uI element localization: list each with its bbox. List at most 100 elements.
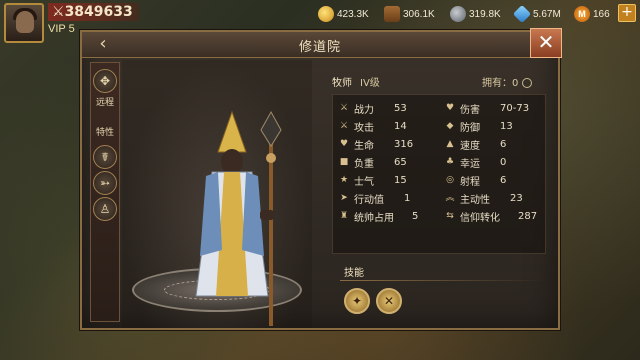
crossed-weapons-skill-icon[interactable]: ✕ <box>376 288 402 314</box>
staff-shaft <box>269 116 273 326</box>
resource-gold[interactable]: 423.3K <box>318 4 369 24</box>
stat-row: ♥ 生命 316 <box>339 135 413 153</box>
ranged-label: 远程 <box>95 98 114 108</box>
monastery-panel: ‹ 修道院 ✕ ✥ 远程 特性 ☤ ➳ ♙ 牧师 IV级 拥有：0 ⚔ 战力 5… <box>80 28 562 330</box>
stat-name: 幸运 <box>460 158 480 170</box>
stat-value: 13 <box>500 120 513 132</box>
stat-row: ◆ 防御 13 <box>445 117 513 135</box>
stat-value: 15 <box>394 174 407 186</box>
stat-name: 速度 <box>460 140 480 152</box>
weight-icon: ■ <box>339 157 349 167</box>
staff-head <box>260 110 282 147</box>
sword-icon: ⚔ <box>339 121 349 131</box>
wood-logs-icon <box>384 6 400 22</box>
unit-level: IV级 <box>360 78 380 89</box>
player-avatar[interactable] <box>4 3 44 43</box>
traits-label: 特性 <box>95 128 114 138</box>
power-value: 3849633 <box>64 4 133 20</box>
player-power: ⚔3849633 <box>48 3 139 21</box>
stat-value: 1 <box>404 192 411 204</box>
unit-name-row: 牧师 IV级 <box>332 74 380 89</box>
ranged-tab-button[interactable]: ✥ <box>93 69 117 93</box>
stat-value: 316 <box>394 138 414 150</box>
trait-heal-button[interactable]: ☤ <box>93 145 117 169</box>
heal-trait-icon: ☤ <box>100 150 110 164</box>
stat-value: 53 <box>394 102 407 114</box>
stat-name: 攻击 <box>354 122 374 134</box>
panel-title: 修道院 <box>298 40 341 55</box>
top-bar: ⚔3849633 VIP 5 423.3K 306.1K 319.8K 5.67… <box>0 0 640 43</box>
vip-level[interactable]: VIP 5 <box>48 23 75 35</box>
faith-convert-icon: ⇆ <box>446 211 454 221</box>
stat-value: 23 <box>510 192 523 204</box>
avatar-face <box>16 11 34 33</box>
owned-info-icon[interactable] <box>522 78 533 88</box>
iron-value: 319.8K <box>469 8 501 20</box>
stat-name: 战力 <box>354 104 374 116</box>
stats-panel: ⚔ 战力 53 ♥ 伤害 70-73 ⚔ 攻击 14 ◆ 防御 13 ♥ 生命 316 ▲ 速度 6 ■… <box>332 94 546 254</box>
morale-icon: ★ <box>339 175 349 185</box>
unit-model-stage <box>122 60 312 328</box>
stat-row: ➤ 行动值 1 <box>339 189 410 207</box>
bow-icon: ✥ <box>99 74 111 88</box>
resource-m-currency[interactable]: M 166 <box>574 4 610 24</box>
stat-name: 生命 <box>354 140 374 152</box>
stat-name: 士气 <box>354 176 374 188</box>
resource-crystal[interactable]: 5.67M <box>512 4 561 24</box>
gold-coins-icon <box>318 6 334 22</box>
m-currency-icon: M <box>574 6 590 22</box>
unit-name: 牧师 <box>332 78 352 89</box>
stat-name: 防御 <box>460 122 480 134</box>
heart-damage-icon: ♥ <box>445 103 455 113</box>
crossed-swords-icon: ⚔ <box>339 103 349 113</box>
stat-row: ■ 负重 65 <box>339 153 407 171</box>
left-tab-bar: ✥ 远程 特性 ☤ ➳ ♙ <box>90 62 120 322</box>
clover-icon: ♣ <box>445 157 455 167</box>
stat-row: ⚔ 攻击 14 <box>339 117 407 135</box>
shield-icon: ◆ <box>446 121 454 131</box>
target-icon: ◎ <box>446 175 454 185</box>
stat-name: 射程 <box>460 176 480 188</box>
skills-title: 技能 <box>344 268 364 279</box>
resource-wood[interactable]: 306.1K <box>384 4 435 24</box>
priest-trait-icon: ♙ <box>99 202 111 216</box>
stat-name: 统帅占用 <box>354 212 394 224</box>
chevrons-up-icon: ︽ <box>445 193 455 203</box>
owned-text: 拥有：0 <box>482 78 519 89</box>
runner-icon: ➤ <box>340 193 348 203</box>
staff-ornament <box>266 153 276 163</box>
trait-priest-button[interactable]: ♙ <box>93 197 117 221</box>
stat-value: 70-73 <box>500 102 530 114</box>
resource-iron[interactable]: 319.8K <box>450 4 501 24</box>
priest-unit-model[interactable] <box>122 60 312 328</box>
stat-name: 信仰转化 <box>460 212 500 224</box>
skills-divider <box>340 280 546 281</box>
gold-value: 423.3K <box>337 8 369 20</box>
power-icon: ⚔ <box>52 4 65 20</box>
stat-value: 5 <box>412 210 419 222</box>
stat-name: 负重 <box>354 158 374 170</box>
stat-row: ♣ 幸运 0 <box>445 153 506 171</box>
stat-row: ◎ 射程 6 <box>445 171 506 189</box>
heart-icon: ♥ <box>339 139 349 149</box>
mitre-hat <box>217 110 247 153</box>
stat-value: 6 <box>500 138 507 150</box>
stat-value: 0 <box>500 156 507 168</box>
stat-name: 伤害 <box>460 104 480 116</box>
trait-ranged-button[interactable]: ➳ <box>93 171 117 195</box>
stat-value: 6 <box>500 174 507 186</box>
iron-ore-icon <box>450 6 466 22</box>
close-button[interactable]: ✕ <box>530 28 562 58</box>
stat-row: ⚔ 战力 53 <box>339 99 407 117</box>
priest-face <box>221 149 243 175</box>
stat-value: 14 <box>394 120 407 132</box>
owned-count: 拥有：0 <box>482 74 533 89</box>
m-currency-value: 166 <box>593 8 610 20</box>
add-currency-button[interactable]: + <box>618 4 636 22</box>
holy-shield-skill-icon[interactable]: ✦ <box>344 288 370 314</box>
stat-row: ︽ 主动性 23 <box>445 189 523 207</box>
stat-row: ▲ 速度 6 <box>445 135 507 153</box>
stat-value: 65 <box>394 156 407 168</box>
boot-icon: ▲ <box>446 139 454 149</box>
crystal-value: 5.67M <box>533 8 561 20</box>
